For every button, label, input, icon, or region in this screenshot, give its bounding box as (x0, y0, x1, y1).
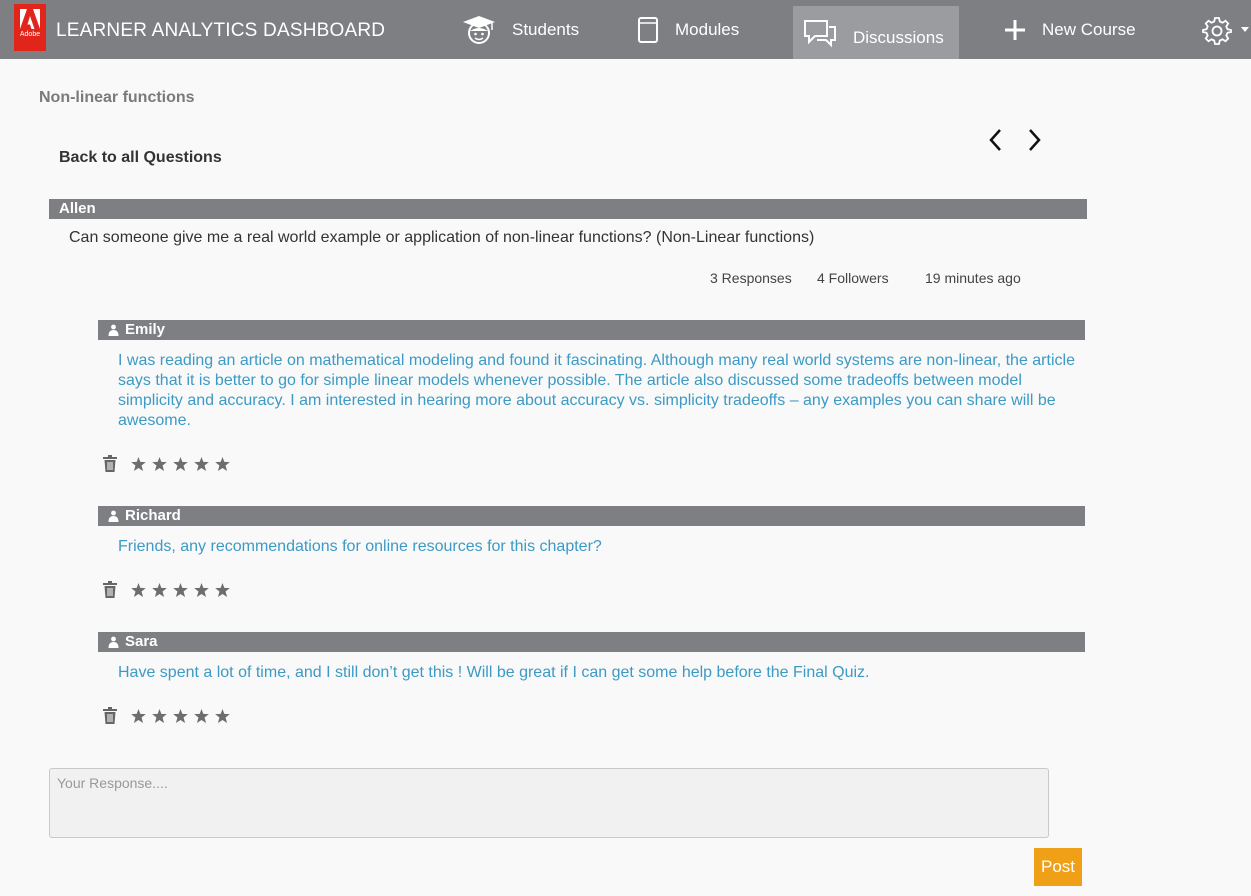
logo-text: Adobe (19, 31, 41, 38)
reply-text: Friends, any recommendations for online … (118, 538, 602, 555)
star-icon[interactable] (128, 456, 149, 472)
star-icon[interactable] (149, 456, 170, 472)
star-rating (128, 708, 233, 724)
star-icon[interactable] (170, 582, 191, 598)
reply-author-name: Sara (125, 633, 158, 650)
reply-text: Have spent a lot of time, and I still do… (118, 664, 870, 681)
user-icon (108, 324, 119, 336)
chevron-right-icon (1029, 129, 1041, 151)
speech-bubbles-icon (803, 18, 837, 48)
back-to-questions-link[interactable]: Back to all Questions (59, 149, 222, 167)
nav-modules-label: Modules (675, 19, 740, 39)
reply-actions (102, 707, 233, 725)
star-icon[interactable] (191, 456, 212, 472)
star-icon[interactable] (212, 456, 233, 472)
delete-reply-button[interactable] (102, 455, 118, 473)
reply-author-name: Richard (125, 507, 181, 524)
delete-reply-button[interactable] (102, 707, 118, 725)
reply-author-name: Emily (125, 321, 166, 338)
delete-reply-button[interactable] (102, 581, 118, 599)
star-icon[interactable] (149, 582, 170, 598)
reply-actions (102, 455, 233, 473)
followers-count[interactable]: 4 Followers (817, 270, 889, 286)
nav-modules[interactable]: Modules (637, 0, 739, 59)
chevron-left-icon (989, 129, 1001, 151)
star-icon[interactable] (212, 708, 233, 724)
star-icon[interactable] (170, 708, 191, 724)
question-author-bar: Allen (49, 199, 1087, 219)
star-icon[interactable] (191, 582, 212, 598)
trash-icon (103, 707, 117, 724)
post-button[interactable]: Post (1034, 848, 1082, 886)
user-icon (108, 636, 119, 648)
book-icon (637, 16, 659, 44)
reply-actions (102, 581, 233, 599)
next-question-button[interactable] (1024, 128, 1044, 156)
adobe-logo-icon (20, 9, 40, 29)
trash-icon (103, 581, 117, 598)
settings-button[interactable] (1202, 16, 1232, 50)
responses-count[interactable]: 3 Responses (710, 270, 792, 286)
nav-discussions[interactable]: Discussions (793, 6, 959, 59)
reply-author-bar: Emily (98, 320, 1085, 340)
gear-icon (1202, 17, 1232, 50)
nav-new-course[interactable]: New Course (1004, 0, 1136, 59)
reply-text: I was reading an article on mathematical… (118, 352, 1075, 429)
question-timestamp: 19 minutes ago (925, 270, 1021, 286)
star-icon[interactable] (128, 708, 149, 724)
question-text: Can someone give me a real world example… (69, 229, 815, 246)
trash-icon (103, 455, 117, 472)
reply-author-bar: Sara (98, 632, 1085, 652)
previous-question-button[interactable] (986, 128, 1006, 156)
top-navigation-bar: Adobe LEARNER ANALYTICS DASHBOARD Studen… (0, 0, 1251, 59)
nav-students[interactable]: Students (462, 0, 579, 59)
user-icon (108, 510, 119, 522)
star-rating (128, 456, 233, 472)
star-icon[interactable] (128, 582, 149, 598)
adobe-logo[interactable]: Adobe (14, 4, 46, 51)
chevron-down-icon[interactable] (1241, 27, 1249, 32)
nav-new-course-label: New Course (1042, 19, 1136, 39)
star-icon[interactable] (191, 708, 212, 724)
star-icon[interactable] (170, 456, 191, 472)
nav-students-label: Students (512, 19, 580, 39)
star-icon[interactable] (212, 582, 233, 598)
response-textarea[interactable] (49, 768, 1049, 838)
graduate-avatar-icon (462, 14, 496, 46)
reply-author-bar: Richard (98, 506, 1085, 526)
app-title: LEARNER ANALYTICS DASHBOARD (56, 20, 386, 41)
star-rating (128, 582, 233, 598)
breadcrumb: Non-linear functions (39, 89, 195, 106)
nav-discussions-label: Discussions (853, 27, 944, 47)
plus-icon (1004, 19, 1026, 41)
star-icon[interactable] (149, 708, 170, 724)
